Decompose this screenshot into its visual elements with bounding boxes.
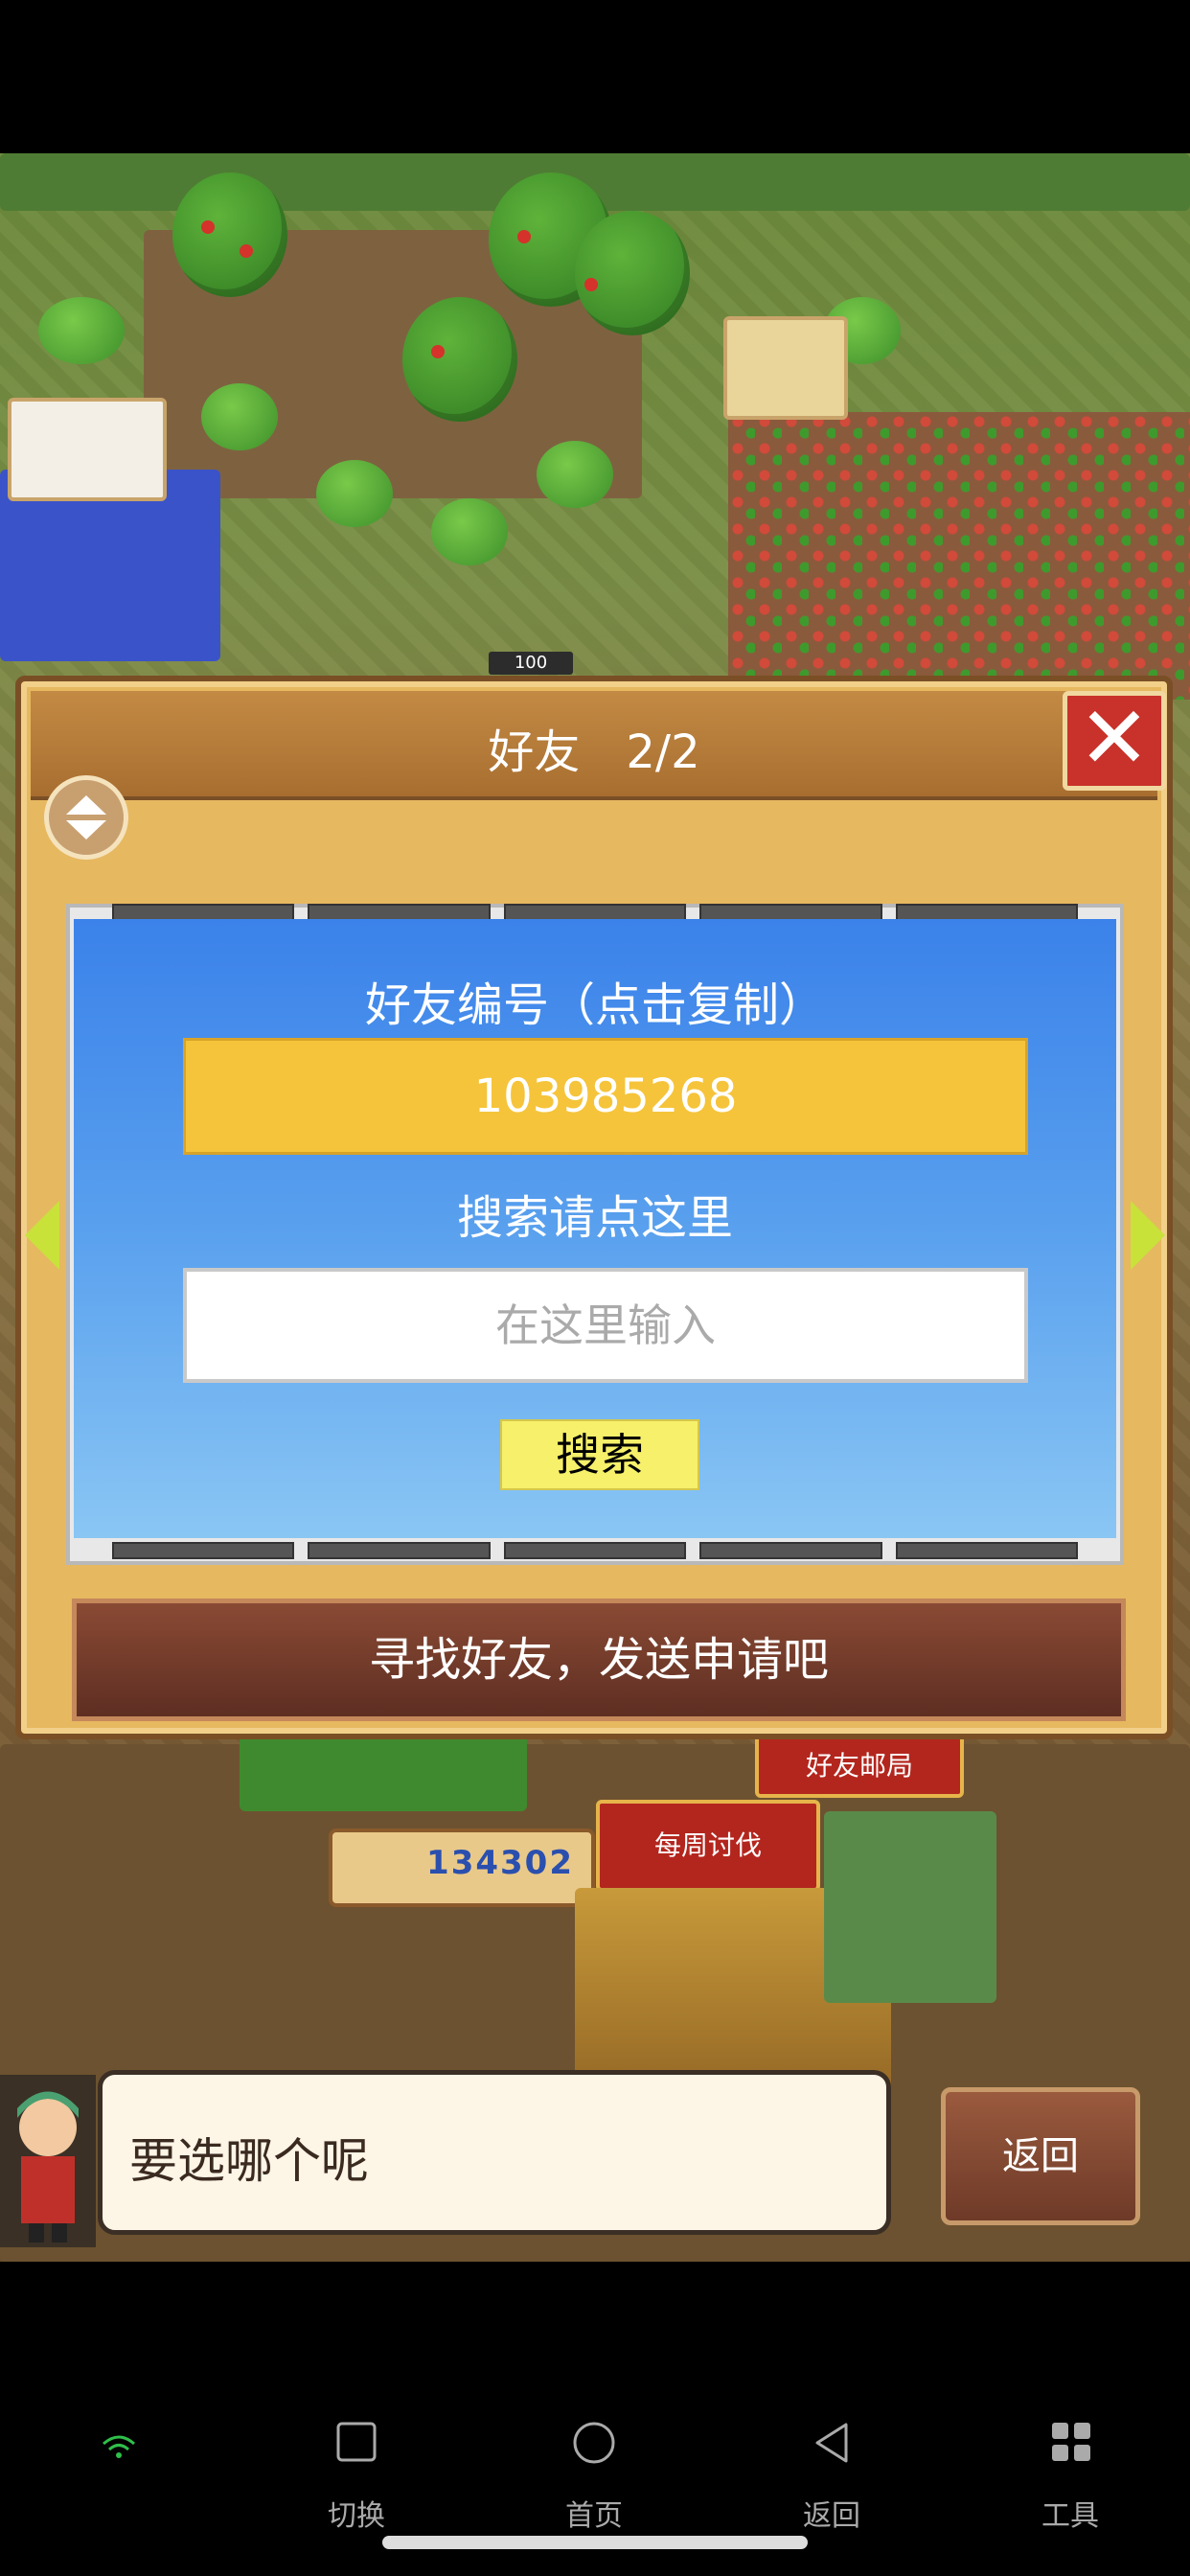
score-value: 134302 bbox=[426, 1844, 574, 1882]
search-input[interactable]: 在这里输入 bbox=[183, 1268, 1028, 1383]
speech-text: 要选哪个呢 bbox=[129, 2133, 369, 2189]
bush bbox=[431, 498, 508, 565]
score-board: 134302 bbox=[329, 1828, 595, 1907]
field-counter: 100 bbox=[489, 652, 573, 675]
friend-id-copy-field[interactable]: 103985268 bbox=[183, 1038, 1028, 1155]
square-icon bbox=[336, 2422, 377, 2462]
nav-tools-label: 工具 bbox=[1041, 2499, 1099, 2533]
speech-bubble: 要选哪个呢 bbox=[98, 2070, 891, 2235]
panel-bottom-strip bbox=[74, 1542, 1116, 1559]
grid-icon bbox=[1052, 2423, 1090, 2461]
apply-friend-banner[interactable]: 寻找好友，发送申请吧 bbox=[72, 1598, 1126, 1721]
bush bbox=[537, 441, 613, 508]
game-back-button[interactable]: 返回 bbox=[941, 2087, 1140, 2225]
dialog-header: 好友 2/2 bbox=[31, 691, 1157, 800]
apple-tree bbox=[575, 211, 690, 335]
npc-avatar bbox=[0, 2075, 96, 2247]
apple-tree bbox=[172, 172, 287, 297]
dialog-title: 好友 2/2 bbox=[488, 725, 700, 779]
wifi-icon bbox=[103, 2435, 135, 2458]
home-indicator[interactable] bbox=[382, 2536, 808, 2549]
nav-back-label: 返回 bbox=[803, 2499, 860, 2533]
weekly-raid-sign[interactable]: 每周讨伐 bbox=[596, 1800, 820, 1892]
watchtower-icon-bubble[interactable] bbox=[723, 316, 848, 420]
circle-icon bbox=[573, 2422, 615, 2464]
previous-page-arrow-icon[interactable] bbox=[25, 1201, 59, 1270]
nav-switch-label: 切换 bbox=[328, 2499, 385, 2533]
next-page-arrow-icon[interactable] bbox=[1131, 1201, 1165, 1270]
search-button[interactable]: 搜索 bbox=[500, 1419, 699, 1490]
close-button[interactable]: ✕ bbox=[1063, 691, 1166, 791]
up-down-icon bbox=[66, 795, 106, 840]
apple-tree bbox=[402, 297, 517, 422]
friend-id-label: 好友编号（点击复制） bbox=[364, 978, 825, 1032]
bush bbox=[201, 383, 278, 450]
friend-post-sign[interactable]: 好友邮局 bbox=[755, 1735, 964, 1798]
shop-building bbox=[824, 1811, 996, 2003]
close-icon: ✕ bbox=[1078, 688, 1151, 789]
building-icon-bubble[interactable] bbox=[8, 398, 167, 501]
triangle-back-icon bbox=[815, 2423, 848, 2463]
crop-field bbox=[728, 412, 1190, 700]
scroll-toggle-button[interactable] bbox=[44, 775, 128, 860]
bush bbox=[316, 460, 393, 527]
nav-home-label: 首页 bbox=[565, 2499, 623, 2533]
bush bbox=[38, 297, 125, 364]
friend-dialog: 好友 2/2 ✕ 好友编号（点击复制） 103985268 搜索请点这里 在这里… bbox=[15, 676, 1173, 1739]
search-label: 搜索请点这里 bbox=[456, 1191, 733, 1245]
